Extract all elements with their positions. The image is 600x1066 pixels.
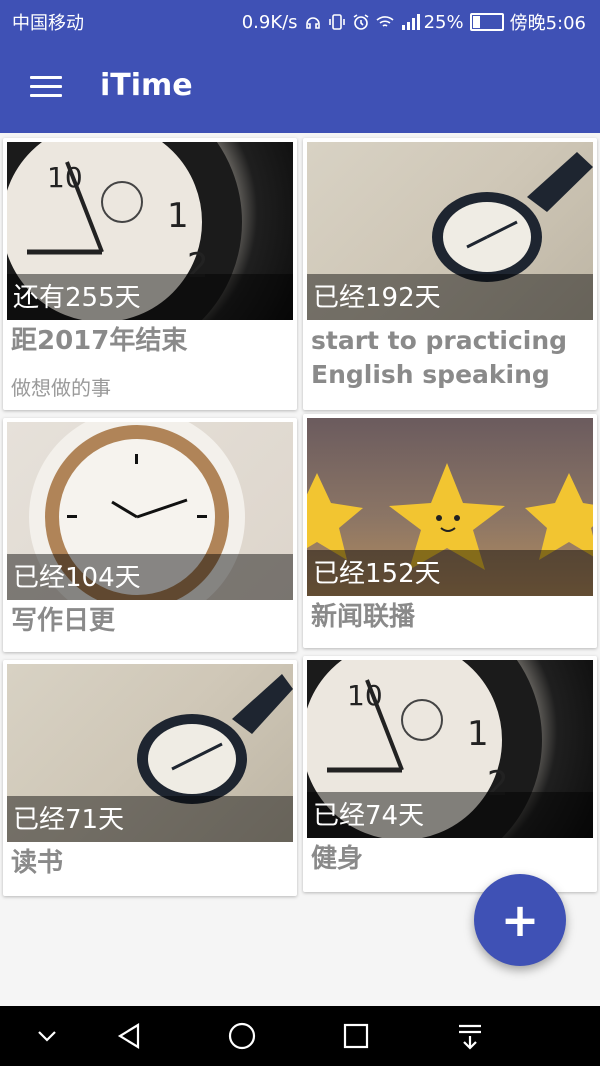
svg-text:1: 1: [167, 196, 189, 236]
event-card[interactable]: 已经152天 新闻联播: [303, 414, 597, 648]
card-count: 已经152天: [313, 559, 441, 589]
card-image: 已经71天: [7, 664, 293, 842]
event-card[interactable]: 10 1 2 已经74天 健身: [303, 656, 597, 892]
top-bar: 中国移动 0.9K/s 25% 傍晚5:06 iTime: [0, 0, 600, 133]
add-event-button[interactable]: +: [474, 874, 566, 966]
headset-icon: [304, 13, 322, 31]
notification-pull-icon[interactable]: [454, 1020, 486, 1052]
wifi-icon: [376, 13, 394, 31]
menu-icon[interactable]: [30, 76, 62, 98]
card-count: 已经74天: [313, 801, 425, 831]
app-title: iTime: [100, 68, 193, 103]
recents-icon[interactable]: [340, 1020, 372, 1052]
card-subtitle: 做想做的事: [11, 376, 111, 400]
card-title: 健身: [311, 844, 364, 874]
clock-time: 傍晚5:06: [509, 13, 586, 34]
network-speed: 0.9K/s: [241, 11, 298, 33]
navigation-bar: [0, 1006, 600, 1066]
chevron-down-icon[interactable]: [31, 1020, 63, 1052]
card-title: start to practicing English speaking: [311, 326, 568, 389]
event-card[interactable]: 已经71天 读书: [3, 660, 297, 896]
card-image: 已经104天: [7, 422, 293, 600]
app-bar: iTime: [0, 40, 600, 133]
card-title: 读书: [11, 848, 64, 878]
status-right: 0.9K/s 25% 傍晚5:06: [242, 9, 586, 35]
plus-icon: +: [500, 893, 540, 947]
status-bar: 中国移动 0.9K/s 25% 傍晚5:06: [0, 0, 600, 40]
home-icon[interactable]: [226, 1020, 258, 1052]
card-image: 已经192天: [307, 142, 593, 320]
event-card[interactable]: 已经104天 写作日更: [3, 418, 297, 652]
svg-text:1: 1: [467, 714, 489, 754]
event-card[interactable]: 10 1 2 还有255天 距2017年结束 做想做的事: [3, 138, 297, 410]
vibrate-icon: [328, 13, 346, 31]
battery-icon: [469, 13, 504, 31]
card-image: 10 1 2 还有255天: [7, 142, 293, 320]
back-icon[interactable]: [114, 1020, 146, 1052]
signal-icon: [400, 13, 420, 31]
card-title: 写作日更: [11, 606, 116, 636]
card-image: 已经152天: [307, 418, 593, 596]
alarm-icon: [352, 13, 370, 31]
card-count: 已经71天: [13, 805, 125, 835]
carrier-label: 中国移动: [12, 13, 84, 34]
card-count: 已经192天: [313, 283, 441, 313]
card-count: 还有255天: [13, 283, 141, 313]
battery-percent: 25%: [423, 11, 464, 33]
event-card[interactable]: 已经192天 start to practicing English speak…: [303, 138, 597, 410]
card-title: 新闻联播: [311, 602, 416, 632]
card-image: 10 1 2 已经74天: [307, 660, 593, 838]
card-count: 已经104天: [13, 563, 141, 593]
card-title: 距2017年结束: [11, 326, 188, 356]
